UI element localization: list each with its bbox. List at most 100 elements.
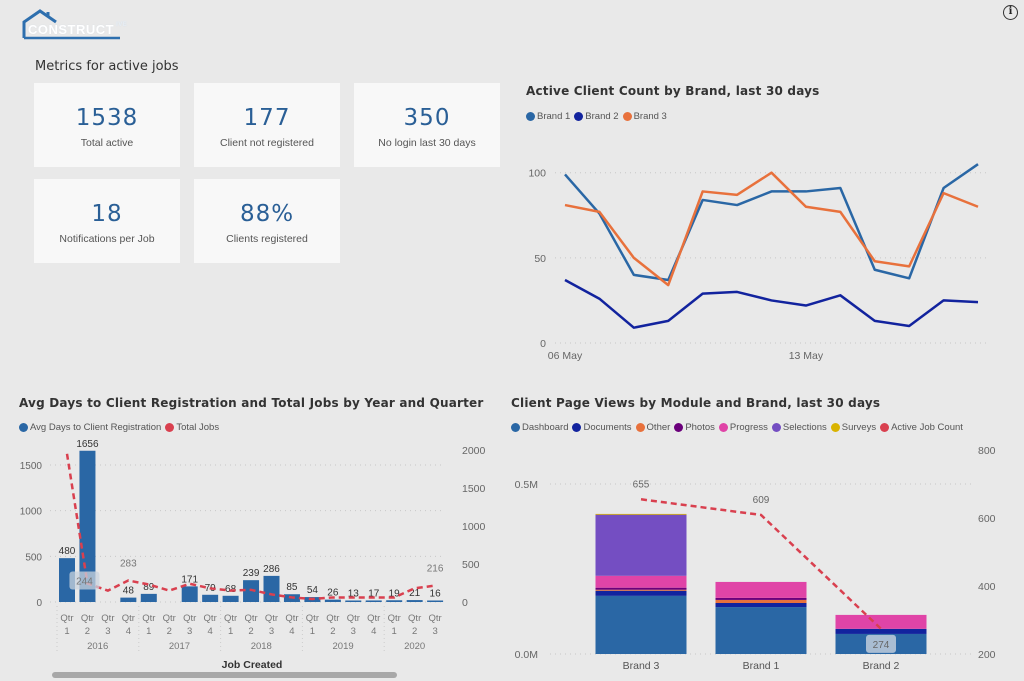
x-tick-label: 1: [146, 626, 151, 637]
legend-item[interactable]: Photos: [674, 422, 715, 433]
line-data-label: 244: [76, 576, 93, 587]
legend-label: Selections: [782, 422, 827, 433]
legend-dot-icon: [572, 423, 582, 432]
x-tick-label: 06 May: [548, 350, 583, 362]
x-tick-label: Qtr: [306, 613, 319, 624]
y-left-tick-label: 0.5M: [515, 479, 538, 491]
bar: [427, 600, 444, 602]
bar-segment-dashboard: [715, 607, 807, 654]
legend-item[interactable]: Other: [635, 422, 670, 433]
combo-chart-avg-days: 0500100015000500100015002000480165648 891…: [20, 439, 486, 670]
bar-segment-other: [595, 589, 687, 591]
legend-item[interactable]: Dashboard: [511, 422, 568, 433]
bar-data-label: 54: [307, 585, 319, 596]
x-tick-label: Qtr: [81, 613, 94, 624]
legend-item[interactable]: Selections: [771, 422, 827, 433]
legend-dot-icon: [574, 112, 584, 121]
bar-segment-progress: [715, 581, 807, 598]
x-tick-label: Qtr: [204, 613, 217, 624]
bar-segment-photos: [595, 587, 687, 590]
x-tick-label: Brand 1: [743, 660, 780, 672]
x-tick-label: 3: [351, 626, 356, 637]
x-tick-label: 4: [371, 626, 376, 637]
legend-dot-icon: [674, 423, 684, 432]
metric-card-clients-registered: 88% Clients registered: [194, 179, 340, 263]
y-left-tick-label: 500: [25, 552, 42, 563]
metric-label: Notifications per Job: [59, 233, 155, 245]
info-icon[interactable]: i: [1003, 5, 1018, 20]
legend-item[interactable]: Brand 2: [574, 111, 619, 122]
metric-label: Clients registered: [226, 233, 308, 245]
bar: [202, 594, 219, 602]
y-right-tick-label: 2000: [462, 445, 486, 457]
y-right-tick-label: 800: [978, 445, 996, 457]
legend-item[interactable]: Progress: [718, 422, 768, 433]
bar-segment-documents: [595, 590, 687, 596]
metric-value: 177: [243, 105, 291, 131]
bar-segment-documents: [715, 603, 807, 608]
metric-label: No login last 30 days: [378, 137, 476, 149]
metric-card-notifications-per-job: 18 Notifications per Job: [34, 179, 180, 263]
legend-item[interactable]: Documents: [572, 422, 632, 433]
bar-segment-selections: [595, 514, 687, 576]
bar-data-label: 16: [430, 589, 442, 600]
y-tick-label: 100: [528, 168, 546, 180]
legend-item[interactable]: Active Job Count: [880, 422, 963, 433]
y-right-tick-label: 200: [978, 649, 996, 661]
legend-page-views: Dashboard Documents Other Photos Progress Sel…: [511, 422, 967, 433]
x-tick-label: Qtr: [244, 613, 257, 624]
line-data-label: 216: [427, 564, 444, 575]
x-tick-label: 3: [187, 626, 192, 637]
bar-data-label: 480: [59, 546, 76, 557]
metric-label: Total active: [80, 137, 134, 149]
x-tick-label: 4: [126, 626, 131, 637]
legend-dot-icon: [718, 423, 728, 432]
x-tick-label: Qtr: [60, 613, 73, 624]
bar: [324, 599, 341, 602]
metric-card-total-active: 1538 Total active: [34, 83, 180, 167]
legend-dot-icon: [526, 112, 535, 121]
x-tick-label: 13 May: [789, 350, 824, 362]
x-tick-label: Qtr: [285, 613, 298, 624]
legend-label: Surveys: [841, 422, 877, 433]
legend-item[interactable]: Avg Days to Client Registration: [19, 422, 161, 433]
y-right-tick-label: 1500: [462, 483, 486, 495]
x-tick-label: 1: [310, 626, 315, 637]
bar-segment-documents: [835, 628, 927, 634]
x-tick-label: Qtr: [101, 613, 114, 624]
legend-item[interactable]: Total Jobs: [165, 422, 219, 433]
y-right-tick-label: 0: [462, 597, 468, 609]
legend-avg-days: Avg Days to Client Registration Total Jo…: [19, 422, 223, 433]
bar-segment-surveys: [595, 513, 687, 515]
chart-title-avg-days: Avg Days to Client Registration and Tota…: [19, 396, 484, 410]
line-data-label: 274: [873, 640, 890, 651]
legend-item[interactable]: Brand 1: [526, 111, 570, 122]
bar-segment-other: [715, 599, 807, 603]
y-right-tick-label: 600: [978, 513, 996, 525]
legend-label: Photos: [685, 422, 715, 433]
horizontal-scrollbar[interactable]: [52, 672, 397, 678]
legend-item[interactable]: Brand 3: [622, 111, 667, 122]
year-label: 2017: [169, 641, 190, 652]
x-tick-label: 2: [85, 626, 90, 637]
bar-data-label: 48: [123, 586, 135, 597]
legend-dot-icon: [880, 423, 890, 432]
bar-data-label: 85: [286, 582, 298, 593]
logo-text: CONSTRUCT IVE: [28, 22, 128, 37]
stacked-combo-chart-page-views: 0.0M 0.5M 200 400 600 800 Brand 3 Brand 1 Brand …: [515, 445, 996, 672]
legend-item[interactable]: Surveys: [830, 422, 877, 433]
metric-card-no-login: 350 No login last 30 days: [354, 83, 500, 167]
y-left-tick-label: 0.0M: [515, 649, 538, 661]
year-label: 2016: [87, 641, 108, 652]
x-tick-label: Qtr: [122, 613, 135, 624]
x-tick-label: Qtr: [224, 613, 237, 624]
legend-label: Documents: [583, 422, 632, 433]
x-tick-label: Qtr: [408, 613, 421, 624]
legend-label: Active Job Count: [891, 422, 963, 433]
bar: [140, 593, 157, 602]
legend-dot-icon: [511, 423, 520, 432]
x-tick-label: Qtr: [163, 613, 176, 624]
metric-value: 350: [403, 105, 451, 131]
bar: [181, 586, 198, 602]
x-tick-label: 1: [64, 626, 69, 637]
